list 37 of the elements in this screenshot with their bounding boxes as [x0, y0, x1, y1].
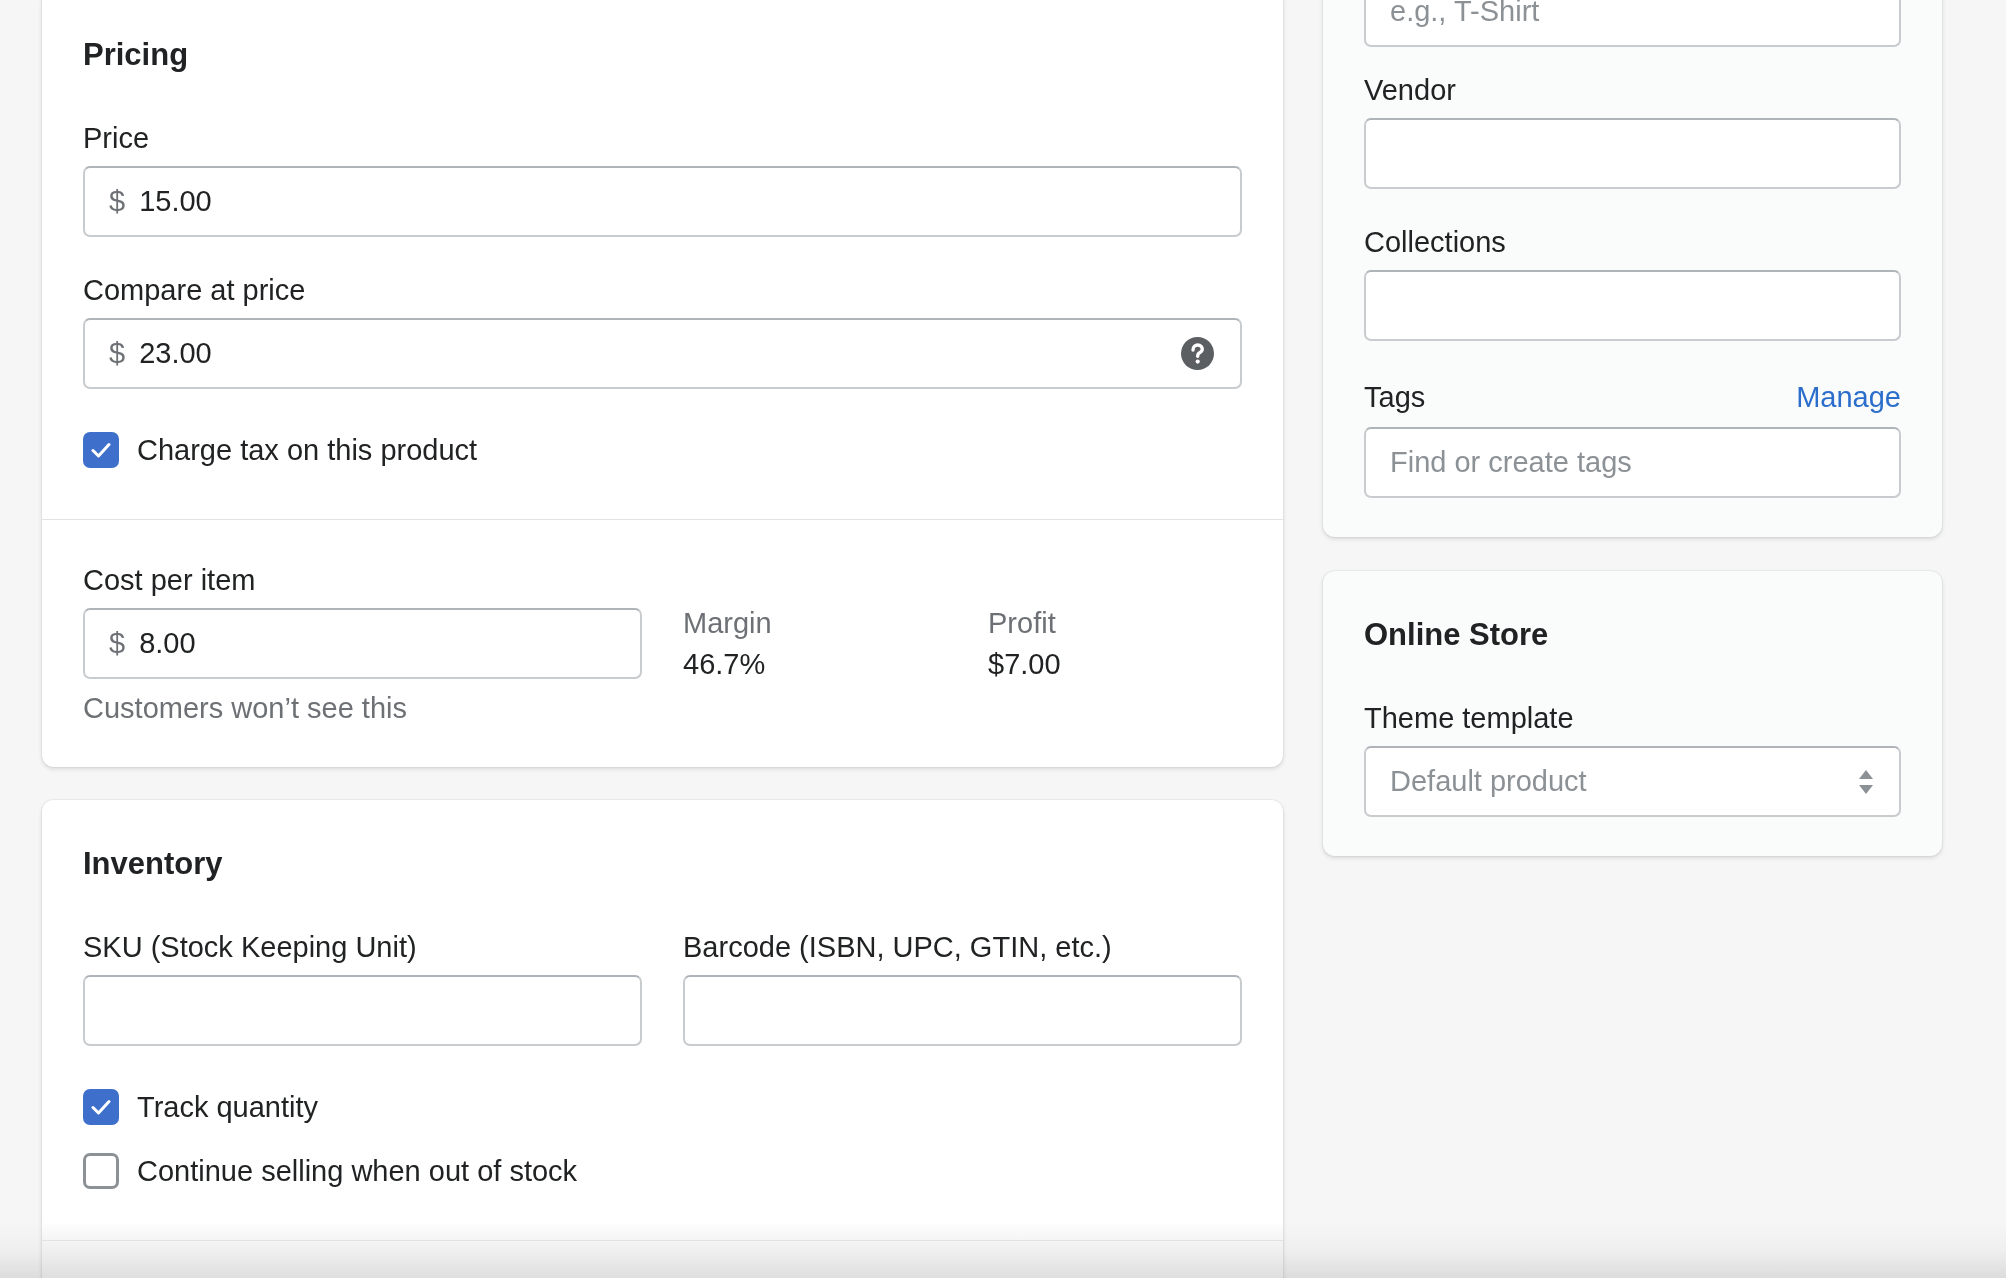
compare-price-field[interactable]: $ 23.00 [83, 318, 1242, 389]
select-arrows-icon [1859, 769, 1873, 794]
checkmark-icon [91, 442, 111, 458]
field-label: Vendor [1364, 73, 1456, 108]
field-label: SKU (Stock Keeping Unit) [83, 930, 417, 965]
margin-label: Margin [683, 606, 772, 641]
field-label: Price [83, 121, 150, 156]
checkbox[interactable] [83, 432, 119, 468]
card-title: Online Store [1364, 616, 1549, 654]
checkbox-label: Track quantity [137, 1090, 319, 1125]
field-label: Collections [1364, 225, 1506, 260]
margin-value: 46.7% [683, 647, 766, 682]
field-label: Barcode (ISBN, UPC, GTIN, etc.) [683, 930, 1112, 965]
price-field[interactable]: $ 15.00 [83, 166, 1242, 237]
sku-input[interactable] [83, 975, 642, 1046]
field-label: Compare at price [83, 273, 306, 308]
tags-input[interactable]: Find or create tags [1364, 427, 1901, 498]
checkbox[interactable] [83, 1089, 119, 1125]
question-mark-icon[interactable] [1181, 337, 1214, 370]
vendor-input[interactable] [1364, 118, 1901, 189]
field-label: Theme template [1364, 701, 1574, 736]
help-text: Customers won’t see this [83, 691, 407, 726]
product-type-input[interactable]: e.g., T-Shirt [1364, 0, 1901, 47]
manage-link[interactable]: Manage [1796, 379, 1901, 415]
profit-label: Profit [988, 606, 1056, 641]
card-title: Pricing [83, 36, 189, 74]
cost-field[interactable]: $ 8.00 [83, 608, 642, 679]
barcode-input[interactable] [683, 975, 1242, 1046]
collections-input[interactable] [1364, 270, 1901, 341]
field-label: Tags [1364, 380, 1426, 415]
profit-value: $7.00 [988, 647, 1061, 682]
field-label: Cost per item [83, 563, 256, 598]
card-title: Inventory [83, 845, 223, 883]
checkbox[interactable] [83, 1153, 119, 1189]
checkmark-icon [91, 1099, 111, 1115]
checkbox-label: Charge tax on this product [137, 433, 478, 468]
checkbox-label: Continue selling when out of stock [137, 1154, 578, 1189]
